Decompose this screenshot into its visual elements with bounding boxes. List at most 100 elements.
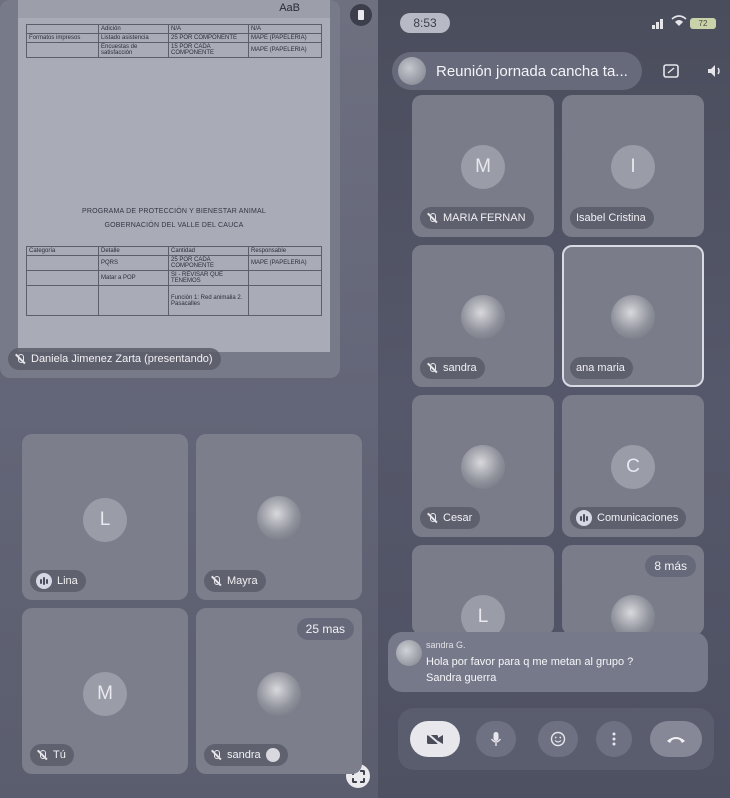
- participant-tile[interactable]: 25 mas sandra: [196, 608, 362, 774]
- participant-name-pill: Tú: [30, 744, 74, 766]
- more-participants-badge[interactable]: 25 mas: [296, 618, 354, 640]
- call-controls: [398, 708, 714, 770]
- table-cell: Listado asistencia: [98, 33, 169, 43]
- mic-off-icon: [36, 749, 48, 761]
- participant-name-pill: sandra: [420, 357, 485, 379]
- table-cell: Adición: [98, 24, 169, 34]
- participant-tile[interactable]: M MARIA FERNAN: [412, 95, 554, 237]
- doc-main-table: Categoría Detalle Cantidad Responsable P…: [26, 246, 322, 316]
- participant-tile[interactable]: L: [412, 545, 554, 635]
- avatar: M: [83, 672, 127, 716]
- battery-indicator: 72: [690, 18, 716, 29]
- table-cell: [26, 255, 99, 271]
- avatar: L: [461, 595, 505, 635]
- table-cell: N/A: [248, 24, 322, 34]
- presentation-tile[interactable]: AaB Adición N/A N/A Formatos impresos Li…: [0, 0, 372, 788]
- participant-name: Cesar: [443, 512, 473, 524]
- participant-tile[interactable]: Mayra: [196, 434, 362, 600]
- table-header: Cantidad: [168, 246, 249, 256]
- table-header: Responsable: [248, 246, 322, 256]
- participant-name: MARIA FERNAN: [443, 212, 526, 224]
- message-line: Hola por favor para q me metan al grupo …: [426, 656, 634, 668]
- participant-tile[interactable]: Cesar: [412, 395, 554, 537]
- table-row: Adición N/A N/A: [26, 24, 322, 34]
- table-cell: Función 1: Red animalia 2. Pasacalles: [168, 285, 249, 316]
- end-call-icon[interactable]: [650, 721, 702, 757]
- avatar: L: [83, 498, 127, 542]
- doc-heading: PROGRAMA DE PROTECCIÓN Y BIENESTAR ANIMA…: [81, 208, 267, 215]
- speaker-icon[interactable]: [702, 58, 728, 84]
- table-row: PQRS 25 POR CADA COMPONENTE MAPE (PAPELE…: [26, 255, 322, 271]
- table-row: Formatos impresos Listado asistencia 25 …: [26, 33, 322, 43]
- presenter-name-pill: Daniela Jimenez Zarta (presentando): [8, 348, 221, 370]
- participant-name-pill: MARIA FERNAN: [420, 207, 534, 229]
- mic-off-icon: [426, 362, 438, 374]
- avatar: [257, 496, 301, 540]
- meeting-header[interactable]: Reunión jornada cancha ta...: [392, 52, 642, 90]
- table-row: Función 1: Red animalia 2. Pasacalles: [26, 285, 322, 316]
- avatar: I: [611, 145, 655, 189]
- participant-name: Mayra: [227, 575, 258, 587]
- mic-icon[interactable]: [476, 721, 516, 757]
- chat-notification[interactable]: sandra G. Hola por favor para q me metan…: [388, 632, 708, 692]
- table-cell: [98, 285, 169, 316]
- presenter-label: Daniela Jimenez Zarta (presentando): [31, 353, 213, 365]
- table-cell: MAPE (PAPELERIA): [248, 42, 322, 58]
- pin-icon[interactable]: [350, 4, 372, 26]
- mic-off-icon: [210, 575, 222, 587]
- participant-name-pill: ana maria: [570, 357, 633, 379]
- speaking-icon: [36, 573, 52, 589]
- participant-name-pill: sandra: [204, 744, 288, 766]
- table-cell: [26, 42, 99, 58]
- table-row: Encuestas de satisfacción 15 POR CADA CO…: [26, 42, 322, 58]
- table-cell: Encuestas de satisfacción: [98, 42, 169, 58]
- participant-tile[interactable]: 8 más: [562, 545, 704, 635]
- mic-off-icon: [14, 353, 26, 365]
- participant-tile[interactable]: C Comunicaciones: [562, 395, 704, 537]
- more-participants-badge[interactable]: 8 más: [645, 555, 696, 577]
- sender-avatar: [396, 640, 422, 666]
- table-cell: N/A: [168, 24, 249, 34]
- participant-name-pill: Cesar: [420, 507, 481, 529]
- more-vert-icon[interactable]: [596, 721, 632, 757]
- speaking-icon: [576, 510, 592, 526]
- camera-off-icon[interactable]: [410, 721, 460, 757]
- table-cell: 15 POR CADA COMPONENTE: [168, 42, 249, 58]
- participant-name-pill: Comunicaciones: [570, 507, 687, 529]
- message-signature: Sandra guerra: [426, 672, 497, 684]
- table-header: Categoría: [26, 246, 99, 256]
- emoji-icon[interactable]: [538, 721, 578, 757]
- table-cell: PQRS: [98, 255, 169, 271]
- participant-name-pill: Isabel Cristina: [570, 207, 654, 229]
- table-cell: MAPE (PAPELERIA): [248, 255, 322, 271]
- participant-name: ana maria: [576, 362, 625, 374]
- mic-off-icon: [426, 212, 438, 224]
- table-cell: 25 POR COMPONENTE: [168, 33, 249, 43]
- wifi-icon: [671, 15, 687, 29]
- left-screen: AaB Adición N/A N/A Formatos impresos Li…: [0, 0, 378, 798]
- mic-off-icon: [426, 512, 438, 524]
- table-cell: [248, 285, 322, 316]
- group-avatar: [398, 57, 426, 85]
- table-cell: [248, 270, 322, 286]
- table-row: Matar a POP SI - REVISAR QUE TENEMOS: [26, 270, 322, 286]
- avatar: [257, 672, 301, 716]
- table-cell: [26, 24, 99, 34]
- participant-tile[interactable]: sandra: [412, 245, 554, 387]
- screen-share-icon[interactable]: [658, 58, 684, 84]
- avatar: [461, 445, 505, 489]
- avatar: [611, 295, 655, 339]
- participant-name-pill: Lina: [30, 570, 86, 592]
- table-cell: MAPE (PAPELERIA): [248, 33, 322, 43]
- meeting-title: Reunión jornada cancha ta...: [436, 62, 628, 80]
- participant-tile-active[interactable]: ana maria: [562, 245, 704, 387]
- participant-tile[interactable]: L Lina: [22, 434, 188, 600]
- table-cell: Matar a POP: [98, 270, 169, 286]
- participant-tile[interactable]: M Tú: [22, 608, 188, 774]
- table-cell: 25 POR CADA COMPONENTE: [168, 255, 249, 271]
- table-cell: SI - REVISAR QUE TENEMOS: [168, 270, 249, 286]
- doc-toolbar-text: AaB: [279, 2, 300, 14]
- status-time: 8:53: [400, 13, 450, 33]
- doc-toolbar: AaB: [18, 0, 330, 18]
- participant-tile[interactable]: I Isabel Cristina: [562, 95, 704, 237]
